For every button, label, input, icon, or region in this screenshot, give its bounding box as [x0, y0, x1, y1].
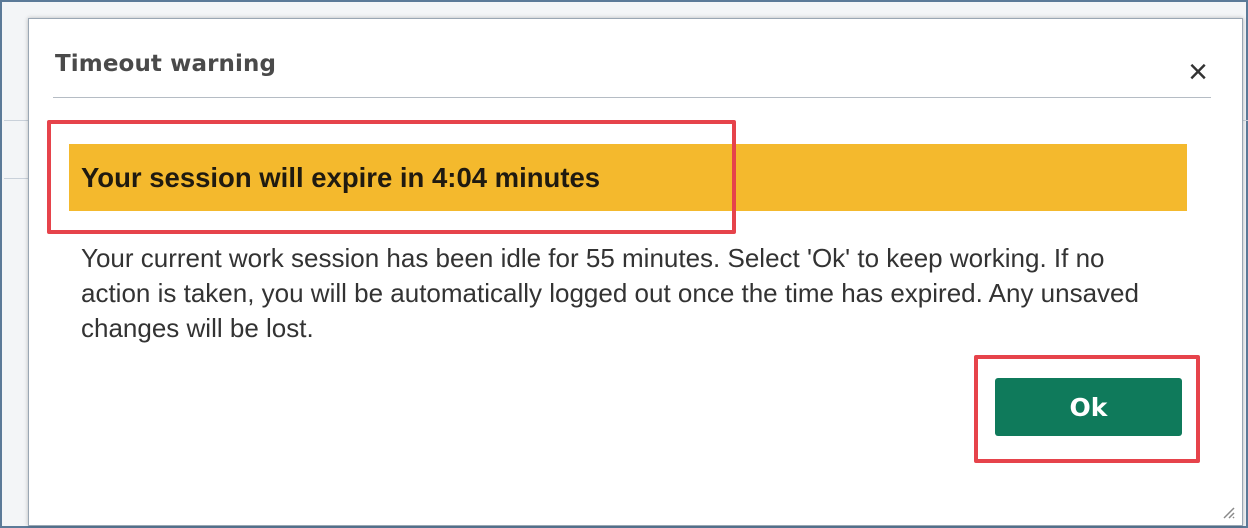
session-expiry-text: Your session will expire in 4:04 minutes — [81, 161, 601, 193]
close-glyph: × — [1188, 53, 1208, 91]
ok-button[interactable]: Ok — [995, 378, 1182, 436]
dialog-title: Timeout warning — [55, 51, 277, 77]
session-expiry-banner: Your session will expire in 4:04 minutes — [69, 144, 1187, 211]
idle-message: Your current work session has been idle … — [81, 243, 1139, 343]
background-divider — [1243, 120, 1248, 121]
background-divider — [4, 178, 28, 179]
close-icon[interactable]: × — [1181, 55, 1215, 89]
header-divider — [53, 97, 1211, 98]
resize-grip-icon[interactable] — [1221, 505, 1235, 519]
background-divider — [4, 120, 28, 121]
app-background: Timeout warning × Your session will expi… — [0, 0, 1248, 528]
timeout-warning-dialog: Timeout warning × Your session will expi… — [28, 18, 1243, 526]
